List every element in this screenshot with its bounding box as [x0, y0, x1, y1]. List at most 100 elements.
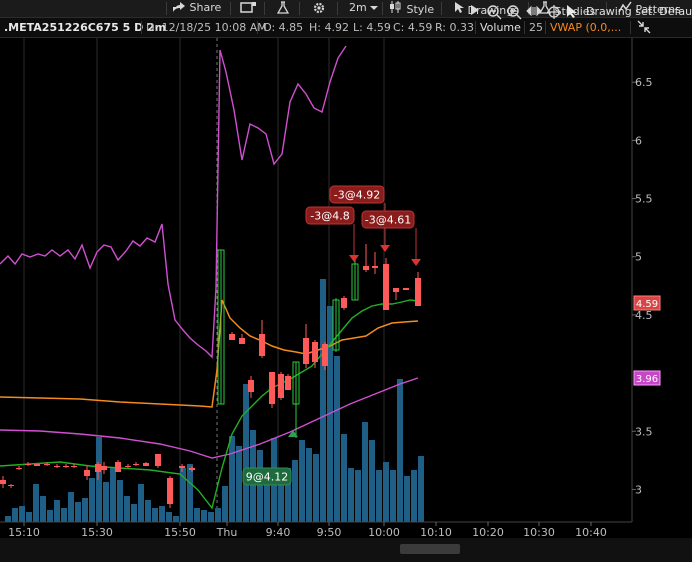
volume-bar: [313, 454, 319, 522]
cursor-button[interactable]: [566, 4, 578, 20]
volume-bar: [264, 484, 270, 522]
candle-body-down: [167, 478, 173, 504]
zoom-in-button[interactable]: [506, 4, 522, 20]
date-readout: D: 12/18/25 10:08 AM: [146, 21, 267, 34]
time-scrollbar[interactable]: [400, 544, 460, 554]
candle-body-down: [269, 372, 275, 404]
infobar-divider: [524, 21, 525, 34]
candle-body-down: [71, 466, 77, 467]
zoom-in-icon: [507, 5, 522, 20]
candle-body-down: [115, 462, 121, 472]
flask-icon: [276, 1, 290, 14]
timeframe-dropdown[interactable]: 2m: [349, 1, 379, 15]
open-readout: O: 4.85: [263, 21, 304, 34]
infobar-divider: [545, 21, 546, 34]
sell-trade-label: -3@4.8: [310, 210, 349, 223]
time-tick-label: 9:50: [317, 526, 342, 538]
candle-body-down: [259, 334, 265, 356]
candle-body-down: [393, 288, 399, 292]
volume-bar: [201, 510, 207, 522]
time-tick-label: 10:30: [523, 526, 555, 538]
volume-label: Volume: [480, 21, 521, 34]
collapse-panel-button[interactable]: [636, 19, 652, 34]
volume-bar: [26, 512, 32, 522]
candle-body-down: [84, 470, 90, 476]
crosshair-button[interactable]: [546, 4, 562, 20]
scroll-right-button[interactable]: [470, 4, 480, 20]
volume-bar: [390, 470, 396, 522]
volume-bar: [348, 468, 354, 522]
share-label: Share: [189, 1, 222, 14]
flask-button[interactable]: [276, 1, 290, 15]
candle-body-down: [54, 466, 60, 467]
volume-bar: [138, 484, 144, 522]
time-tick-label: 9:40: [266, 526, 291, 538]
volume-bar: [418, 456, 424, 522]
price-tick-label: 6.5: [635, 76, 653, 89]
candle-body-down: [155, 454, 161, 466]
screenshot-icon: [240, 2, 256, 13]
candle-body-down: [25, 464, 31, 465]
vwap-readout: VWAP (0.0,...: [550, 21, 622, 34]
candle-body-down: [372, 266, 378, 268]
volume-bar: [166, 512, 172, 522]
play-right-icon: [471, 5, 479, 15]
volume-bar: [47, 510, 53, 522]
share-icon: [173, 2, 185, 12]
toolbar-divider: [299, 2, 300, 15]
volume-bar: [411, 470, 417, 522]
time-tick-label: 10:20: [472, 526, 504, 538]
volume-bar: [292, 460, 298, 522]
time-tick-label: 10:10: [420, 526, 452, 538]
volume-bar: [222, 486, 228, 522]
candle-body-down: [133, 464, 139, 465]
chart-bottom-bar: [0, 538, 692, 562]
zoom-out-button[interactable]: [486, 4, 502, 20]
style-button[interactable]: Style: [389, 1, 434, 16]
toolbar-divider: [382, 2, 383, 15]
volume-bar: [110, 468, 116, 522]
infobar-divider: [141, 21, 142, 34]
volume-bar: [159, 506, 165, 522]
time-tick-label: 10:40: [575, 526, 607, 538]
candle-body-down: [278, 374, 284, 398]
chevron-down-icon: [370, 6, 379, 10]
volume-bar: [306, 448, 312, 522]
volume-bar: [341, 434, 347, 522]
volume-bar: [194, 508, 200, 522]
volume-bar: [383, 462, 389, 522]
price-tick-label: 3: [635, 483, 642, 496]
range-readout: R: 0.33: [435, 21, 474, 34]
volume-bar: [376, 470, 382, 522]
volume-bar: [82, 498, 88, 522]
infobar-divider: [475, 21, 476, 34]
volume-bar: [117, 480, 123, 522]
candle-body-down: [179, 466, 185, 468]
screenshot-button[interactable]: [240, 1, 258, 15]
volume-bar: [299, 440, 305, 522]
volume-bar: [145, 500, 151, 522]
volume-bar: [68, 492, 74, 522]
candle-body-down: [403, 288, 409, 290]
fit-horizontal-button[interactable]: [526, 4, 542, 20]
toolbar-divider: [264, 2, 265, 15]
candle-body-down: [415, 278, 421, 306]
settings-button[interactable]: [312, 1, 326, 15]
volume-bar: [12, 508, 18, 522]
price-chart[interactable]: -3@4.92 -3@4.8 -3@4.61 9@4.12 6.5 6 5.5 5 4.5 3.…: [0, 38, 692, 538]
sell-trade-label: -3@4.61: [365, 214, 411, 227]
volume-bar: [103, 482, 109, 522]
time-tick-label: 15:50: [164, 526, 196, 538]
zoom-out-icon: [487, 5, 502, 20]
price-tick-label: 5: [635, 251, 642, 264]
candle-body-down: [34, 464, 40, 466]
volume-bar: [355, 470, 361, 522]
share-button[interactable]: Share: [172, 1, 221, 15]
volume-bar: [33, 484, 39, 522]
time-tick-label: 15:10: [8, 526, 40, 538]
drawing-set-label[interactable]: Drawing set: Default: [586, 4, 692, 20]
volume-bar: [152, 508, 158, 522]
volume-bar: [369, 440, 375, 522]
candle-body-down: [285, 376, 291, 390]
volume-bar: [362, 422, 368, 522]
